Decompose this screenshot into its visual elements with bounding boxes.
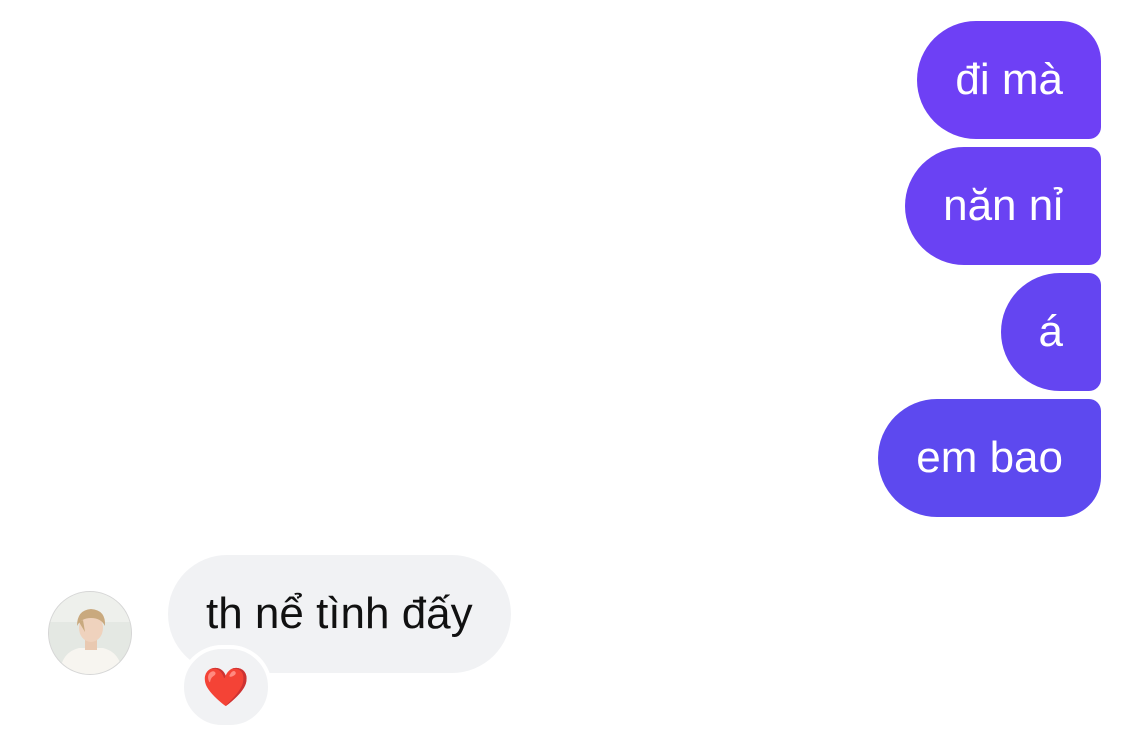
heart-reaction-badge[interactable]: ❤️ [180,645,272,729]
avatar-photo [49,592,131,674]
message-text: th nể tình đấy [206,589,473,638]
message-text: đi mà [955,55,1063,104]
contact-avatar[interactable] [48,591,132,675]
outgoing-message-bubble[interactable]: á [1000,273,1101,391]
chat-thread: đi mà năn nỉ á em bao th nể tình đấy ❤️ [0,0,1125,737]
outgoing-message-bubble[interactable]: năn nỉ [905,147,1101,265]
outgoing-message-bubble[interactable]: đi mà [917,21,1101,139]
message-text: á [1038,307,1063,356]
message-text: em bao [916,433,1063,482]
heart-icon: ❤️ [202,664,250,709]
outgoing-message-bubble[interactable]: em bao [878,399,1101,517]
message-text: năn nỉ [943,181,1063,230]
